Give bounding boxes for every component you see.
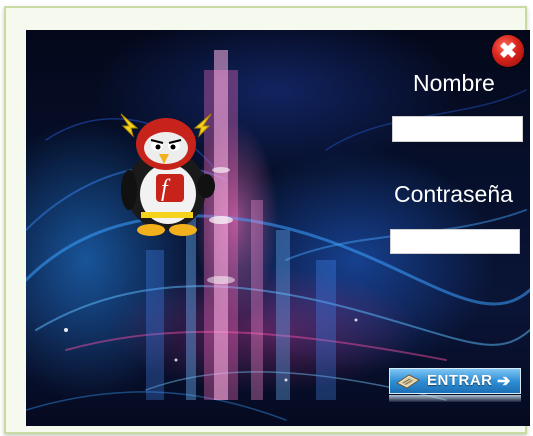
enter-button-label: ENTRAR [427,372,493,389]
enter-button-reflection [389,395,521,402]
close-button[interactable]: ✖ [492,35,524,67]
password-input[interactable] [390,229,520,254]
keyboard-icon [396,374,420,389]
close-icon: ✖ [498,38,518,63]
enter-button[interactable]: ENTRAR ➔ [389,368,521,402]
window-frame: f ✖ Nombre Contraseña ENTRAR ➔ [4,6,530,434]
username-label: Nombre [413,70,495,96]
login-screen: f ✖ Nombre Contraseña ENTRAR ➔ [26,30,530,426]
username-input[interactable] [392,116,523,142]
flash-penguin-mascot: f [120,113,215,236]
password-label: Contraseña [394,181,513,207]
arrow-right-icon: ➔ [497,373,511,390]
